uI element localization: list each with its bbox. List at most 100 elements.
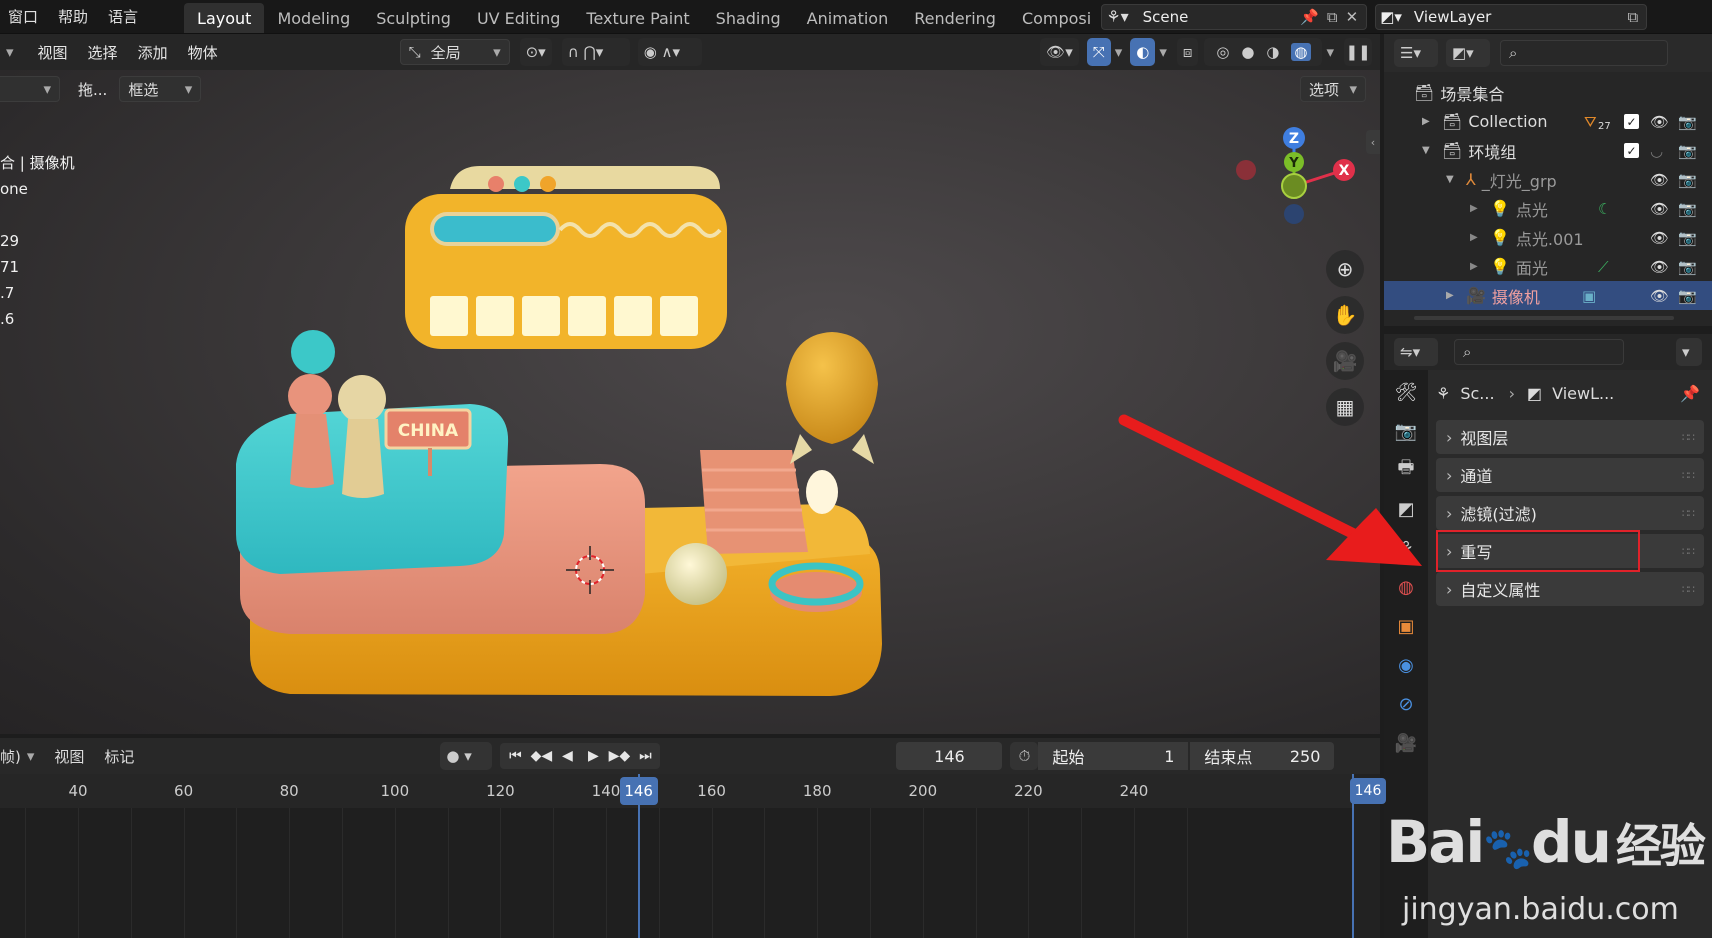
render-camera-icon[interactable]: 📷 [1678, 229, 1697, 247]
new-viewlayer-icon[interactable]: ⧉ [1628, 8, 1639, 26]
panel-filter[interactable]: › 滤镜(过滤) ∷∷ [1436, 496, 1704, 530]
expand-arrow-icon[interactable]: ▶ [1470, 261, 1490, 272]
expand-arrow-icon[interactable]: ▶ [1470, 232, 1490, 243]
sidebar-toggle-icon[interactable]: ‹ [1366, 130, 1380, 154]
timeline-menu-frames[interactable]: 帧) [0, 746, 21, 767]
viewlayer-selector[interactable]: ◩▾ ViewLayer ⧉ [1375, 3, 1648, 30]
render-camera-icon[interactable]: 📷 [1678, 287, 1697, 305]
outliner-row-scene-collection[interactable]: 🗃 场景集合 [1384, 78, 1712, 107]
tab-texture-paint[interactable]: Texture Paint [573, 3, 702, 33]
render-camera-icon[interactable]: 📷 [1678, 171, 1697, 189]
render-camera-icon[interactable]: 📷 [1678, 142, 1697, 160]
expand-arrow-icon[interactable]: ▶ [1470, 203, 1490, 214]
menu-language[interactable]: 语言 [98, 0, 148, 34]
expand-arrow-icon[interactable]: ▼ [1446, 174, 1466, 185]
drag-grip-icon[interactable]: ∷∷ [1682, 469, 1695, 482]
panel-passes[interactable]: › 通道 ∷∷ [1436, 458, 1704, 492]
record-button[interactable]: ● ▾ [440, 742, 493, 770]
camera-view-icon[interactable]: 🎥 [1326, 342, 1364, 380]
render-camera-icon[interactable]: 📷 [1678, 200, 1697, 218]
playhead-line[interactable]: 146 [619, 774, 658, 938]
tab-animation[interactable]: Animation [794, 3, 902, 33]
outliner-row-camera[interactable]: ▶ 🎥 摄像机 ▣ 👁 📷 [1384, 281, 1712, 310]
eye-icon[interactable]: 👁 [1650, 287, 1669, 305]
expand-arrow-icon[interactable]: ▼ [1422, 145, 1442, 156]
menu-help[interactable]: 帮助 [48, 0, 98, 34]
hand-pan-icon[interactable]: ✋ [1326, 296, 1364, 334]
panel-view-layer[interactable]: › 视图层 ∷∷ [1436, 420, 1704, 454]
exclude-checkbox[interactable]: ✓ [1624, 143, 1639, 158]
drag-grip-icon[interactable]: ∷∷ [1682, 583, 1695, 596]
prev-keyframe-icon[interactable]: ◆◀ [528, 743, 554, 769]
drag-grip-icon[interactable]: ∷∷ [1682, 507, 1695, 520]
start-frame-field[interactable]: 起始 1 [1038, 742, 1189, 770]
pin-icon[interactable]: 📌 [1680, 384, 1700, 403]
camera-data-icon: ▣ [1582, 286, 1597, 305]
camera-data-tab-icon[interactable]: 🎥 [1389, 726, 1423, 760]
physics-tab-icon[interactable]: ◉ [1389, 648, 1423, 682]
options-chevron[interactable]: ▾ [1676, 338, 1702, 366]
3d-viewport[interactable]: ▾ 视图 选择 添加 物体 ⤡ 全局 ▾ ⊙▾ ∩ ⋂▾ ◉ ∧▾ 👁▾ ⤧ ▾… [0, 34, 1380, 734]
playhead-label[interactable]: 146 [619, 777, 658, 805]
current-frame-field[interactable]: 146 [896, 742, 1003, 770]
outliner-row-point-light-001[interactable]: ▶ 💡 点光.001 👁 📷 [1384, 223, 1712, 252]
tab-shading[interactable]: Shading [703, 3, 794, 33]
outliner-row-collection[interactable]: ▶ 🗃 Collection ⛛ 27 ✓ 👁 📷 [1384, 107, 1712, 136]
expand-arrow-icon[interactable]: ▶ [1422, 116, 1442, 127]
object-tab-icon[interactable]: ▣ [1389, 609, 1423, 643]
outliner-row-light-grp[interactable]: ▼ ⅄ _灯光_grp 👁 📷 [1384, 165, 1712, 194]
pin-icon[interactable]: 📌 [1300, 8, 1319, 26]
stopwatch-icon[interactable]: ⏱ [1010, 742, 1039, 770]
play-icon[interactable]: ▶ [580, 743, 606, 769]
end-label: 结束点 [1204, 748, 1253, 767]
scene-render: CHINA [236, 166, 882, 696]
outliner-search-input[interactable]: ⌕ [1500, 40, 1668, 66]
eye-icon[interactable]: 👁 [1650, 229, 1669, 247]
timeline-menu-marker[interactable]: 标记 [104, 746, 134, 767]
zoom-icon[interactable]: ⊕ [1326, 250, 1364, 288]
drag-grip-icon[interactable]: ∷∷ [1682, 431, 1695, 444]
play-reverse-icon[interactable]: ◀ [554, 743, 580, 769]
render-camera-icon[interactable]: 📷 [1678, 113, 1697, 131]
frame-ruler[interactable]: 40 60 80 100 120 140 160 180 200 220 240 [0, 774, 1380, 808]
tab-rendering[interactable]: Rendering [901, 3, 1009, 33]
display-mode-dropdown[interactable]: ☰▾ [1394, 39, 1438, 67]
outliner-row-env-group[interactable]: ▼ 🗃 环境组 ✓ ◡ 📷 [1384, 136, 1712, 165]
expand-arrow-icon[interactable]: ▶ [1446, 290, 1466, 301]
render-camera-icon[interactable]: 📷 [1678, 258, 1697, 276]
end-frame-field[interactable]: 结束点 250 [1190, 742, 1335, 770]
eye-icon[interactable]: 👁 [1650, 258, 1669, 276]
outliner-row-point-light[interactable]: ▶ 💡 点光 ☾ 👁 📷 [1384, 194, 1712, 223]
constraints-tab-icon[interactable]: ⊘ [1389, 687, 1423, 721]
close-icon[interactable]: ✕ [1346, 8, 1359, 26]
scene-selector[interactable]: ⚘▾ Scene 📌 ⧉ ✕ [1101, 3, 1368, 30]
properties-search-input[interactable]: ⌕ [1454, 339, 1624, 365]
chevron-down-icon[interactable]: ▾ [27, 747, 35, 765]
tab-sculpting[interactable]: Sculpting [363, 3, 464, 33]
jump-start-icon[interactable]: ⏮ [502, 743, 528, 769]
tab-modeling[interactable]: Modeling [264, 3, 363, 33]
tab-layout[interactable]: Layout [184, 3, 265, 33]
panel-custom-properties[interactable]: › 自定义属性 ∷∷ [1436, 572, 1704, 606]
filter-dropdown[interactable]: ◩▾ [1446, 39, 1490, 67]
eye-closed-icon[interactable]: ◡ [1650, 142, 1663, 160]
menu-window[interactable]: 窗口 [0, 0, 48, 34]
viewlayer-icon: ◩ [1526, 383, 1543, 403]
navigation-gizmo[interactable]: Z Y X [1226, 124, 1366, 244]
eye-icon[interactable]: 👁 [1650, 200, 1669, 218]
outliner-row-area-light[interactable]: ▶ 💡 面光 ⟋ 👁 📷 [1384, 252, 1712, 281]
eye-icon[interactable]: 👁 [1650, 113, 1669, 131]
jump-end-icon[interactable]: ⏭ [632, 743, 658, 769]
new-scene-icon[interactable]: ⧉ [1327, 8, 1338, 26]
tab-uv-editing[interactable]: UV Editing [464, 3, 573, 33]
editor-type-dropdown[interactable]: ⇋▾ [1394, 338, 1438, 366]
tab-compositing[interactable]: Composi [1009, 3, 1097, 33]
panel-override[interactable]: › 重写 ∷∷ [1436, 530, 1704, 572]
drag-grip-icon[interactable]: ∷∷ [1682, 545, 1695, 558]
timeline-menu-view[interactable]: 视图 [54, 746, 84, 767]
exclude-checkbox[interactable]: ✓ [1624, 114, 1639, 129]
outliner-scrollbar[interactable] [1414, 316, 1674, 320]
collection-icon: 🗃 [1442, 112, 1463, 131]
next-keyframe-icon[interactable]: ▶◆ [606, 743, 632, 769]
eye-icon[interactable]: 👁 [1650, 171, 1669, 189]
